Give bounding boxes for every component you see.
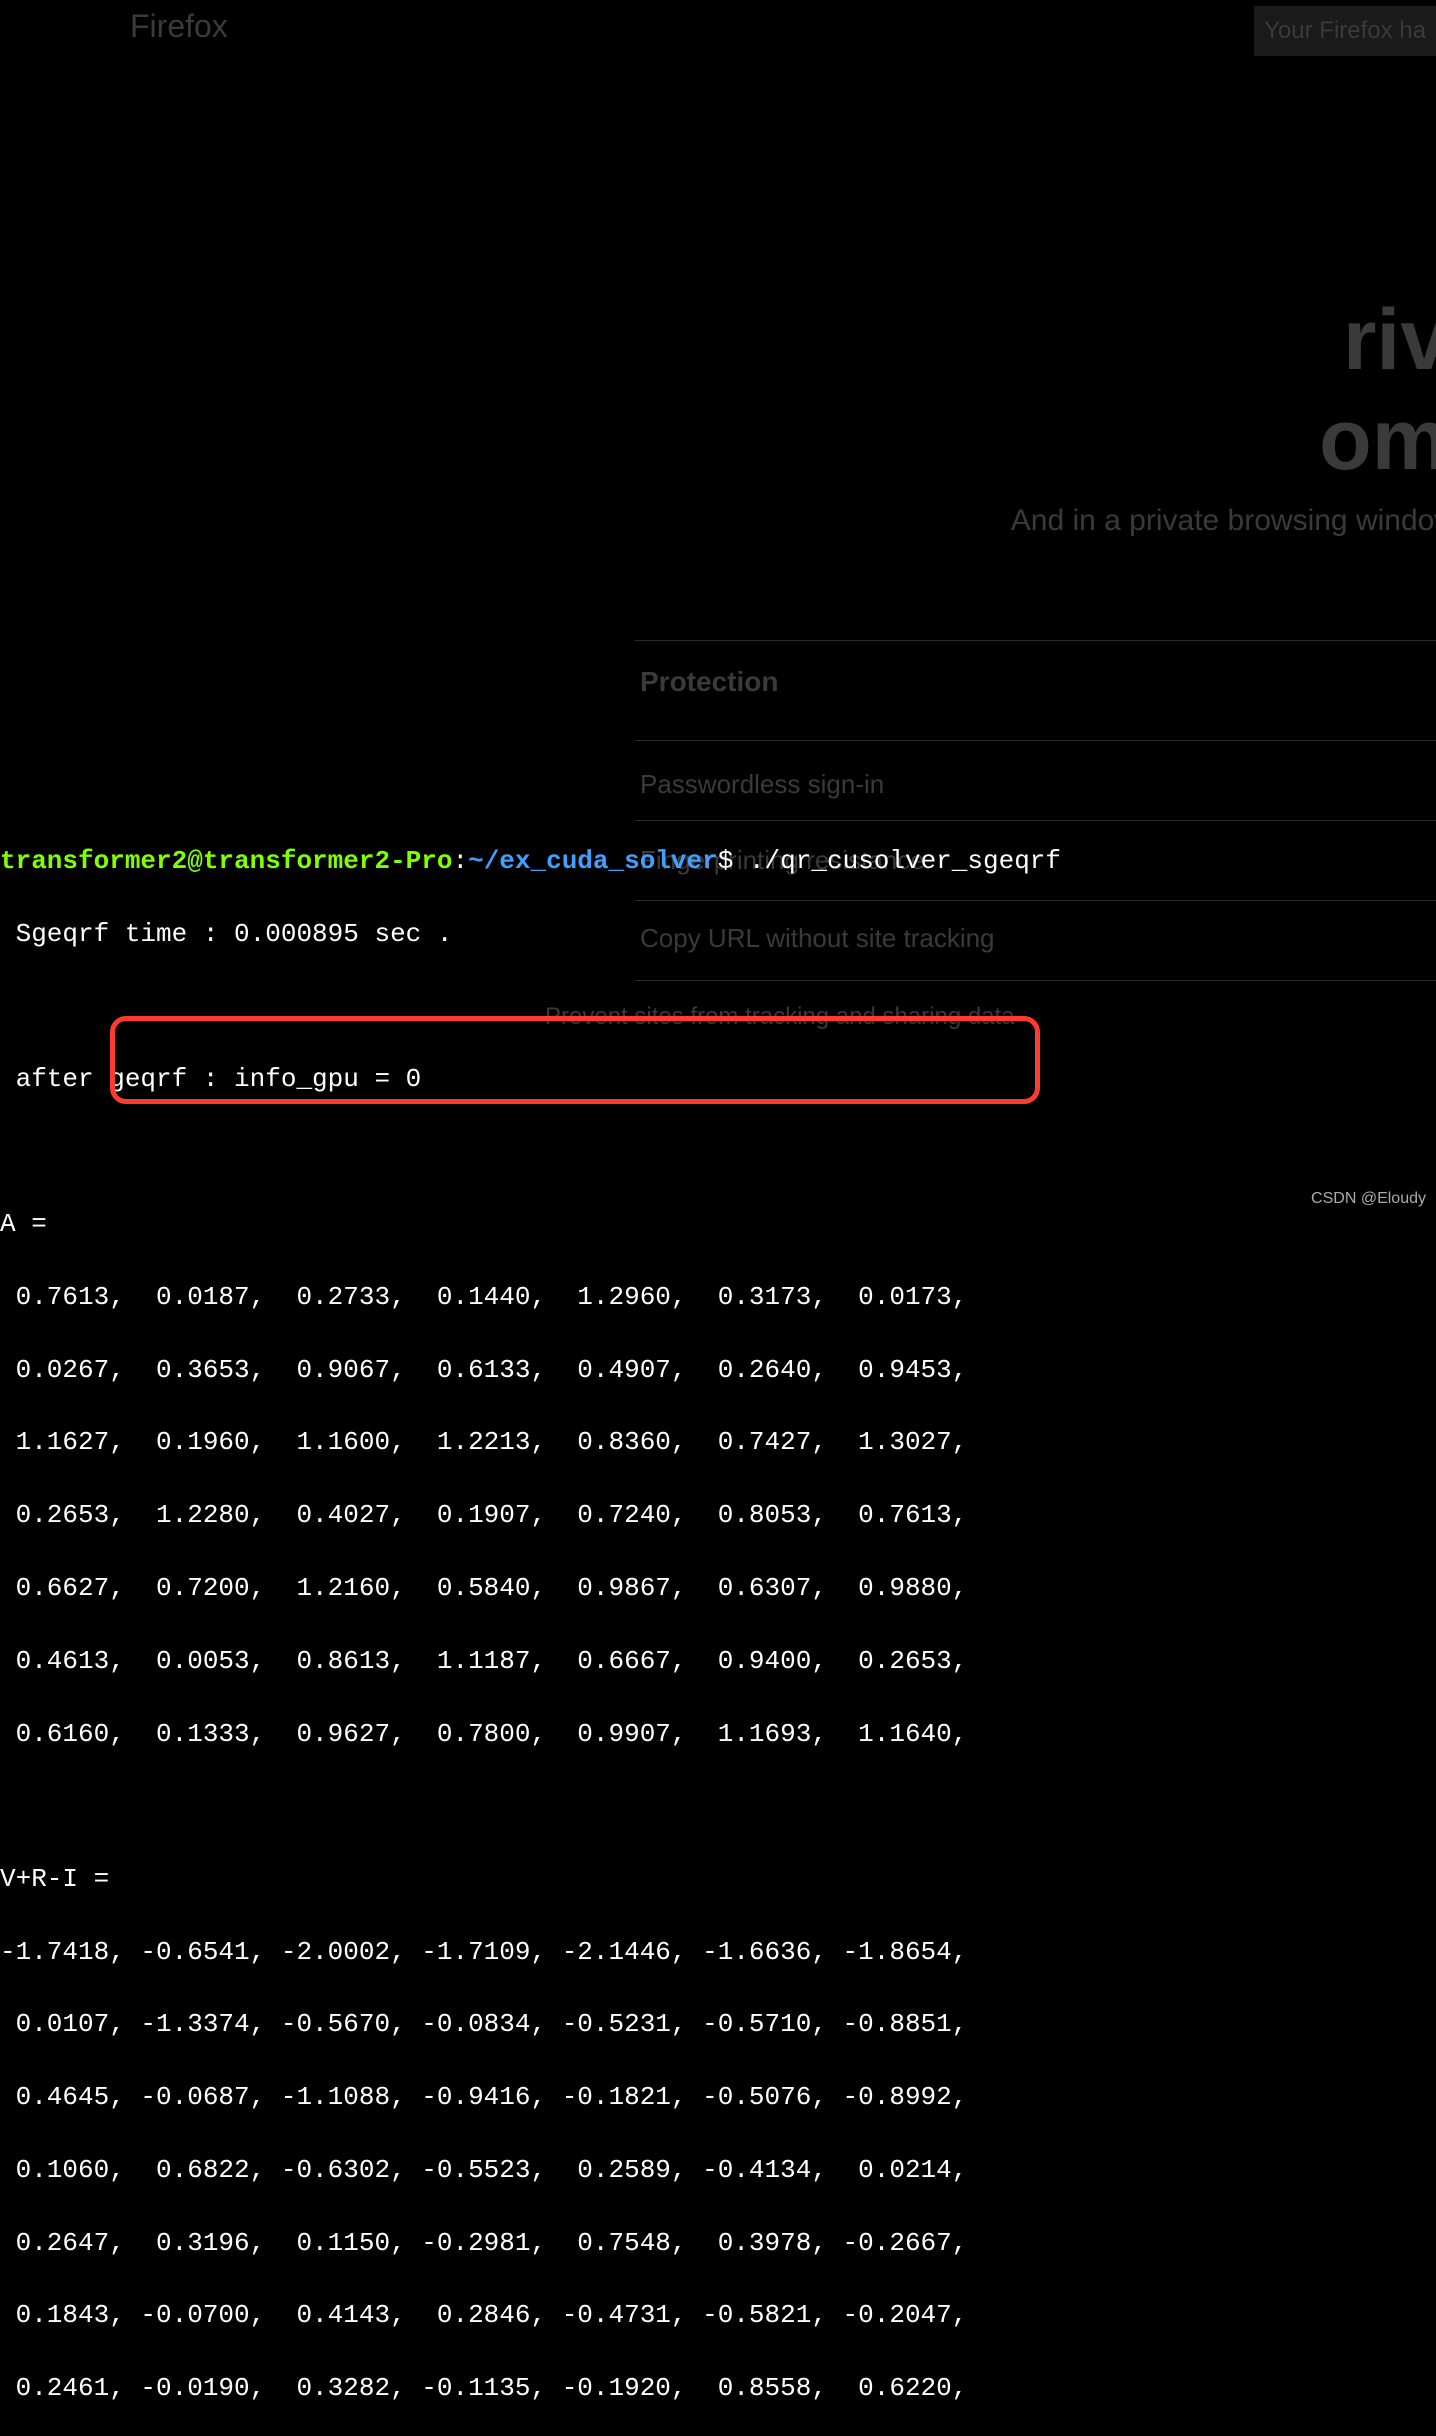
matrix-vri-row: 0.4645, -0.0687, -1.1088, -0.9416, -0.18… [0, 2079, 1436, 2115]
matrix-vri-header: V+R-I = [0, 1861, 1436, 1897]
prompt-dollar: $ [718, 846, 734, 876]
ghost-firefox-notification: Your Firefox ha [1254, 6, 1436, 56]
matrix-a-row: 0.6160, 0.1333, 0.9627, 0.7800, 0.9907, … [0, 1716, 1436, 1752]
ghost-passwordless-text: Passwordless sign-in [640, 766, 884, 802]
ghost-private-window-text: And in a private browsing window [1011, 500, 1436, 542]
ghost-firefox-label: Firefox [130, 4, 228, 49]
blank-line [0, 1134, 1436, 1170]
matrix-a-row: 0.7613, 0.0187, 0.2733, 0.1440, 1.2960, … [0, 1279, 1436, 1315]
watermark-text: CSDN @Eloudy [1311, 1188, 1426, 1210]
blank-line [0, 989, 1436, 1025]
matrix-vri-row: 0.2461, -0.0190, 0.3282, -0.1135, -0.192… [0, 2370, 1436, 2406]
ghost-divider [635, 740, 1436, 741]
time-output: Sgeqrf time : 0.000895 sec . [0, 916, 1436, 952]
ghost-privacy-text-2: ome [1319, 380, 1436, 500]
terminal-output[interactable]: transformer2@transformer2-Pro:~/ex_cuda_… [0, 801, 1436, 2436]
prompt-path: ~/ex_cuda_solver [468, 846, 718, 876]
matrix-a-row: 0.0267, 0.3653, 0.9067, 0.6133, 0.4907, … [0, 1352, 1436, 1388]
prompt-line: transformer2@transformer2-Pro:~/ex_cuda_… [0, 843, 1436, 879]
matrix-a-row: 0.2653, 1.2280, 0.4027, 0.1907, 0.7240, … [0, 1497, 1436, 1533]
prompt-user-host: transformer2@transformer2-Pro [0, 846, 452, 876]
ghost-privacy-text-1: riva [1343, 280, 1436, 400]
matrix-vri-row: 0.0107, -1.3374, -0.5670, -0.0834, -0.52… [0, 2006, 1436, 2042]
matrix-vri-row: 0.1843, -0.0700, 0.4143, 0.2846, -0.4731… [0, 2297, 1436, 2333]
matrix-a-row: 1.1627, 0.1960, 1.1600, 1.2213, 0.8360, … [0, 1424, 1436, 1460]
matrix-a-row: 0.4613, 0.0053, 0.8613, 1.1187, 0.6667, … [0, 1643, 1436, 1679]
command-text: ./qr_cusolver_sgeqrf [749, 846, 1061, 876]
prompt-separator: : [452, 846, 468, 876]
info-output: after geqrf : info_gpu = 0 [0, 1061, 1436, 1097]
ghost-protection-text: Protection [640, 662, 778, 701]
matrix-a-header: A = [0, 1206, 1436, 1242]
matrix-a-row: 0.6627, 0.7200, 1.2160, 0.5840, 0.9867, … [0, 1570, 1436, 1606]
ghost-divider [635, 640, 1436, 641]
matrix-vri-row: 0.1060, 0.6822, -0.6302, -0.5523, 0.2589… [0, 2152, 1436, 2188]
matrix-vri-row: 0.2647, 0.3196, 0.1150, -0.2981, 0.7548,… [0, 2225, 1436, 2261]
matrix-vri-row: -1.7418, -0.6541, -2.0002, -1.7109, -2.1… [0, 1934, 1436, 1970]
blank-line [0, 1788, 1436, 1824]
